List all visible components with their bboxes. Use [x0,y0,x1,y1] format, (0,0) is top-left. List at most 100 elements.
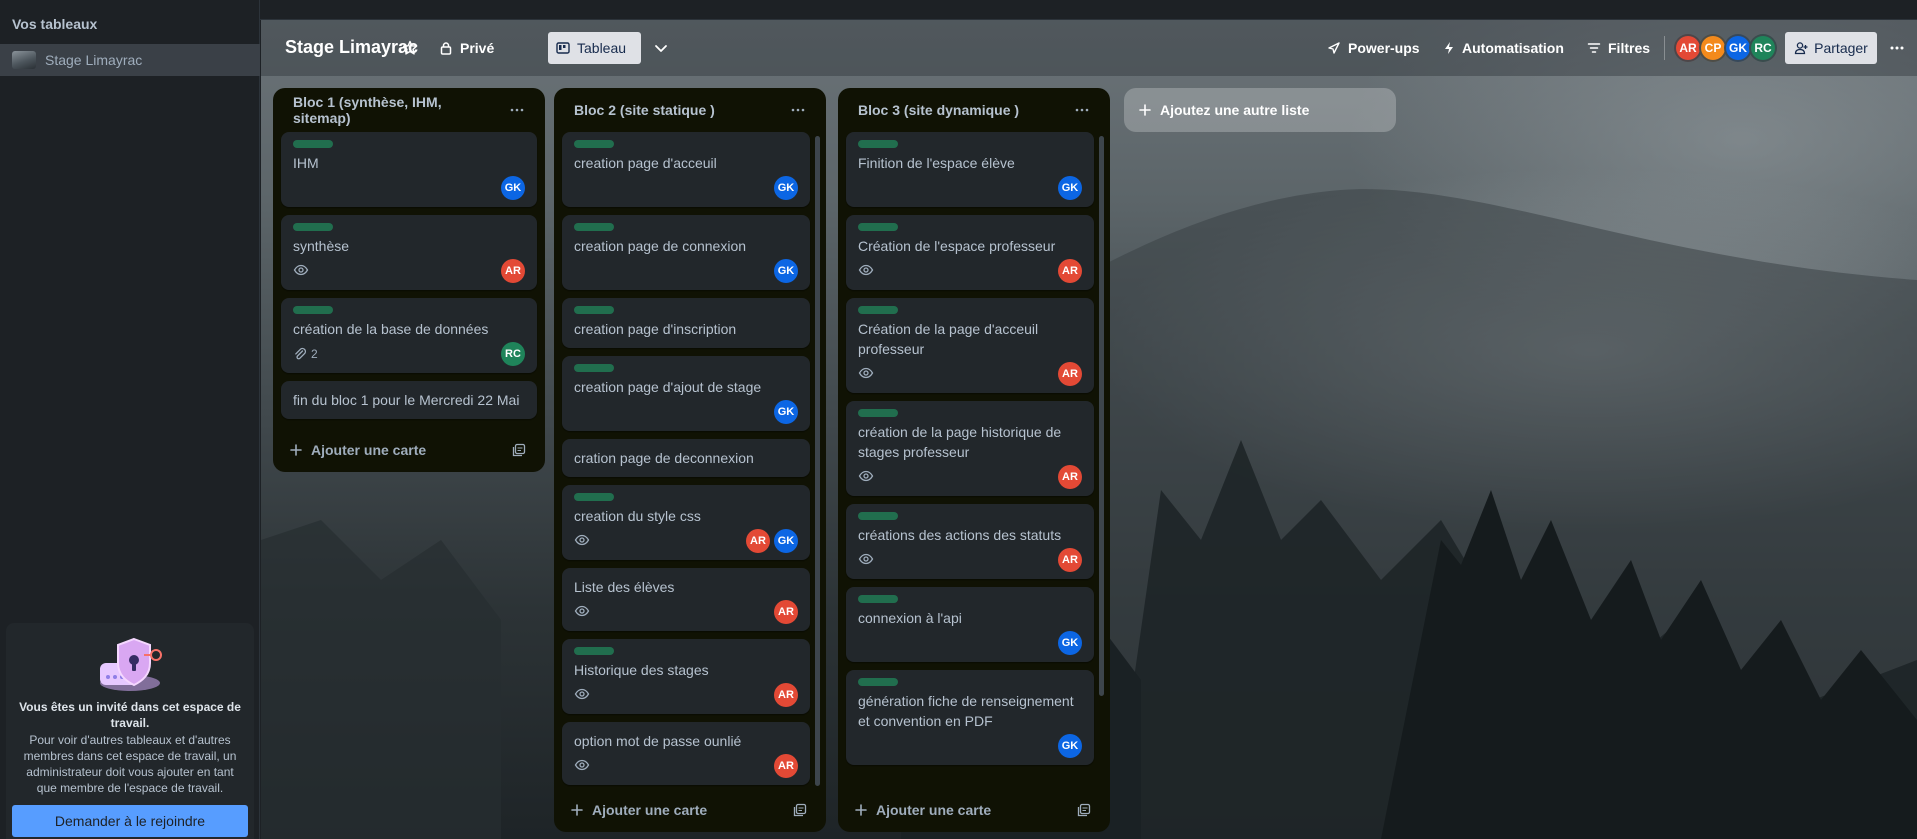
card-template-button[interactable] [788,798,812,822]
share-button[interactable]: Partager [1785,32,1877,64]
card[interactable]: creation page d'inscription [562,298,810,348]
member-avatar[interactable]: RC [501,342,525,366]
member-avatar[interactable]: GK [501,176,525,200]
card-footer: GK [574,258,798,284]
list-title[interactable]: Bloc 2 (site statique ) [574,102,715,118]
card-title: Historique des stages [574,662,709,678]
card-label[interactable] [858,595,898,603]
list-menu-button[interactable] [784,96,812,124]
member-avatar[interactable]: CP [1699,34,1727,62]
card-label[interactable] [574,140,614,148]
list-footer: Ajouter une carte [554,788,826,832]
filters-button[interactable]: Filtres [1579,32,1658,64]
request-join-button[interactable]: Demander à le rejoindre [12,805,248,837]
chevron-down-icon [655,45,667,52]
member-avatar[interactable]: AR [1058,548,1082,572]
card-label[interactable] [293,306,333,314]
card[interactable]: creation page d'ajout de stage GK [562,356,810,431]
card-template-button[interactable] [507,438,531,462]
card-template-icon [512,443,526,457]
view-switch-button[interactable] [645,32,677,64]
list-menu-button[interactable] [1068,96,1096,124]
member-avatar[interactable]: GK [774,176,798,200]
card[interactable]: IHM GK [281,132,537,207]
member-avatar[interactable]: GK [1058,176,1082,200]
automation-button[interactable]: Automatisation [1435,32,1572,64]
card[interactable]: cration page de deconnexion [562,439,810,477]
card-members: RC [501,342,525,366]
card-label[interactable] [858,306,898,314]
card-label[interactable] [574,647,614,655]
member-avatar[interactable]: RC [1749,34,1777,62]
member-avatar[interactable]: AR [1058,259,1082,283]
card-label[interactable] [858,140,898,148]
member-avatar[interactable]: GK [774,529,798,553]
card-label[interactable] [574,223,614,231]
list-title[interactable]: Bloc 3 (site dynamique ) [858,102,1019,118]
card[interactable]: creation page d'acceuil GK [562,132,810,207]
card[interactable]: creation page de connexion GK [562,215,810,290]
add-list-button[interactable]: Ajoutez une autre liste [1124,88,1396,132]
visibility-button[interactable]: Privé [431,32,502,64]
card-members: GK [774,259,798,283]
card[interactable]: Création de l'espace professeur AR [846,215,1094,290]
add-card-button[interactable]: Ajouter une carte [854,802,991,818]
member-avatar[interactable]: AR [774,754,798,778]
member-avatar[interactable]: GK [774,400,798,424]
card[interactable]: fin du bloc 1 pour le Mercredi 22 Mai [281,381,537,419]
watch-badge [858,365,874,384]
card-label[interactable] [574,306,614,314]
board-menu-button[interactable] [1881,32,1913,64]
card-template-button[interactable] [1072,798,1096,822]
member-avatar[interactable]: AR [774,600,798,624]
member-avatar[interactable]: AR [501,259,525,283]
power-ups-button[interactable]: Power-ups [1319,32,1428,64]
card[interactable]: synthèse AR [281,215,537,290]
member-avatar[interactable]: GK [774,259,798,283]
card-footer: AR [858,258,1082,284]
card[interactable]: génération fiche de renseignement et con… [846,670,1094,765]
card-label[interactable] [574,493,614,501]
list-menu-button[interactable] [503,96,531,124]
star-button[interactable] [394,32,426,64]
card[interactable]: connexion à l'api GK [846,587,1094,662]
card-badges [574,757,590,776]
member-avatar[interactable]: AR [746,529,770,553]
card-label[interactable] [574,364,614,372]
list-title[interactable]: Bloc 1 (synthèse, IHM, sitemap) [293,94,503,126]
member-avatar[interactable]: AR [1058,362,1082,386]
add-card-button[interactable]: Ajouter une carte [570,802,707,818]
member-avatar[interactable]: AR [1058,465,1082,489]
card-label[interactable] [858,678,898,686]
card[interactable]: creation du style css AR GK [562,485,810,560]
card[interactable]: créations des actions des statuts AR [846,504,1094,579]
member-avatar[interactable]: GK [1058,631,1082,655]
card-title: génération fiche de renseignement et con… [858,693,1074,729]
sidebar-board-stage-limayrac[interactable]: Stage Limayrac [0,44,260,76]
card-label[interactable] [858,512,898,520]
member-avatar[interactable]: AR [774,683,798,707]
card[interactable]: création de la page historique de stages… [846,401,1094,496]
card-footer: AR [858,361,1082,387]
add-card-button[interactable]: Ajouter une carte [289,442,426,458]
plus-icon [290,444,302,456]
card-label[interactable] [293,140,333,148]
ellipsis-icon [510,108,524,112]
card-label[interactable] [293,223,333,231]
member-avatar[interactable]: AR [1674,34,1702,62]
view-tableau-button[interactable]: Tableau [548,32,641,64]
card-label[interactable] [858,409,898,417]
card[interactable]: Historique des stages AR [562,639,810,714]
card-label[interactable] [858,223,898,231]
card[interactable]: Création de la page d'acceuil professeur… [846,298,1094,393]
card[interactable]: Finition de l'espace élève GK [846,132,1094,207]
member-avatar[interactable]: GK [1058,734,1082,758]
list-scrollbar[interactable] [815,136,820,786]
member-avatar[interactable]: GK [1724,34,1752,62]
list-scrollbar[interactable] [1099,136,1104,696]
card[interactable]: création de la base de données 2 RC [281,298,537,373]
card[interactable]: option mot de passe ounlié AR [562,722,810,785]
card[interactable]: Liste des élèves AR [562,568,810,631]
card-badges [858,365,874,384]
card-members: GK [1058,734,1082,758]
